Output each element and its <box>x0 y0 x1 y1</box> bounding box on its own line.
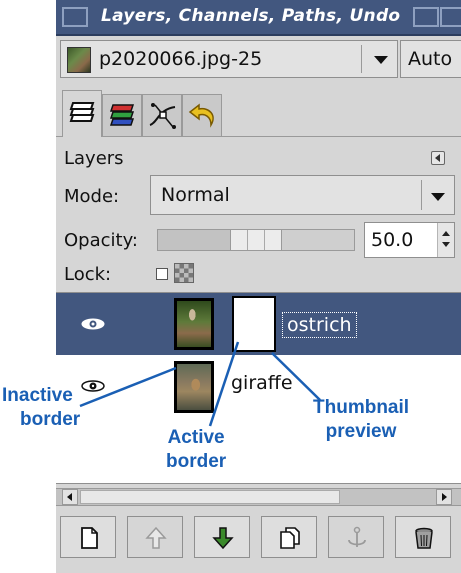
annotation-thumbnail-line-1: Thumbnail <box>313 397 410 418</box>
layer-row-ostrich[interactable]: ostrich <box>56 293 461 355</box>
trash-icon <box>415 527 433 549</box>
annotation-thumbnail-preview: Thumbnail preview <box>313 396 409 444</box>
layers-icon <box>69 102 95 122</box>
spin-up-icon[interactable] <box>442 231 450 236</box>
opacity-spinbutton[interactable]: 50.0 <box>364 222 455 258</box>
layer-thumbnail-ostrich[interactable] <box>174 298 214 350</box>
annotation-active-line-2: border <box>166 451 227 472</box>
spin-arrows[interactable] <box>437 223 454 257</box>
layers-dock-window: Layers, Channels, Paths, Undo p2020066.j… <box>56 0 461 573</box>
layers-toolbar <box>56 514 461 560</box>
channels-icon <box>109 104 135 126</box>
checkerboard-icon <box>174 263 194 283</box>
paths-icon <box>149 103 176 129</box>
raise-layer-icon <box>145 526 167 549</box>
layer-name-ostrich[interactable]: ostrich <box>282 312 357 338</box>
window-title: Layers, Channels, Paths, Undo <box>101 6 401 26</box>
undo-icon <box>188 103 214 128</box>
tab-paths[interactable] <box>142 94 182 136</box>
mode-select[interactable]: Normal <box>150 175 455 215</box>
duplicate-layer-icon <box>280 527 300 549</box>
mode-separator <box>421 180 422 210</box>
chevron-down-icon[interactable] <box>431 193 445 201</box>
image-thumbnail <box>67 47 91 73</box>
tab-undo[interactable] <box>182 94 222 136</box>
image-name: p2020066.jpg-25 <box>99 48 263 70</box>
anchor-layer-icon <box>348 526 366 547</box>
auto-button[interactable]: Auto <box>400 40 461 78</box>
layer-mask-thumbnail[interactable] <box>232 296 276 352</box>
new-layer-icon <box>81 527 98 549</box>
opacity-label: Opacity: <box>64 230 138 251</box>
scrollbar-thumb[interactable] <box>80 490 340 504</box>
scroll-right-icon[interactable] <box>436 489 452 505</box>
screenshot-stage: Layers, Channels, Paths, Undo p2020066.j… <box>0 0 461 573</box>
mode-value: Normal <box>161 184 230 206</box>
lower-layer-icon <box>212 527 234 550</box>
tab-channels[interactable] <box>102 94 142 136</box>
eye-icon[interactable] <box>80 317 106 331</box>
delete-layer-button[interactable] <box>395 516 451 558</box>
window-titlebar[interactable]: Layers, Channels, Paths, Undo <box>56 0 461 36</box>
opacity-slider-handle[interactable] <box>230 230 282 250</box>
eye-icon[interactable] <box>80 379 106 393</box>
mode-label: Mode: <box>64 186 120 207</box>
lock-label: Lock: <box>64 264 112 285</box>
window-menu-icon[interactable] <box>62 7 88 27</box>
layer-list-scrollbar[interactable] <box>56 488 461 506</box>
scroll-left-icon[interactable] <box>62 489 78 505</box>
chevron-down-icon[interactable] <box>374 56 388 64</box>
layer-thumbnail-giraffe[interactable] <box>174 361 214 413</box>
annotation-active-line-1: Active <box>167 427 225 448</box>
layer-list[interactable]: ostrich giraffe <box>56 292 461 484</box>
annotation-thumbnail-line-2: preview <box>325 421 397 442</box>
layers-dialog-title: Layers <box>64 148 124 169</box>
close-icon[interactable] <box>440 7 461 27</box>
dock-tabstrip <box>56 86 461 137</box>
image-selector-row: p2020066.jpg-25 Auto <box>56 38 461 80</box>
annotation-inactive-border: Inactive border <box>2 384 80 432</box>
annotation-inactive-line-2: border <box>20 409 81 430</box>
anchor-layer-button[interactable] <box>328 516 384 558</box>
dialog-menu-icon[interactable] <box>431 151 445 165</box>
annotation-active-border: Active border <box>166 426 226 474</box>
duplicate-layer-button[interactable] <box>261 516 317 558</box>
layer-name-giraffe[interactable]: giraffe <box>231 372 293 394</box>
annotation-inactive-line-1: Inactive <box>2 385 73 406</box>
new-layer-button[interactable] <box>60 516 116 558</box>
opacity-slider[interactable] <box>157 229 355 251</box>
lower-layer-button[interactable] <box>194 516 250 558</box>
shade-icon[interactable] <box>413 7 439 27</box>
image-selector-combo[interactable]: p2020066.jpg-25 <box>60 40 398 78</box>
spin-down-icon[interactable] <box>442 242 450 247</box>
opacity-value: 50.0 <box>371 229 414 251</box>
tab-layers[interactable] <box>62 90 102 137</box>
raise-layer-button[interactable] <box>127 516 183 558</box>
lock-alpha-checkbox[interactable] <box>156 268 168 280</box>
combo-separator <box>361 45 362 73</box>
